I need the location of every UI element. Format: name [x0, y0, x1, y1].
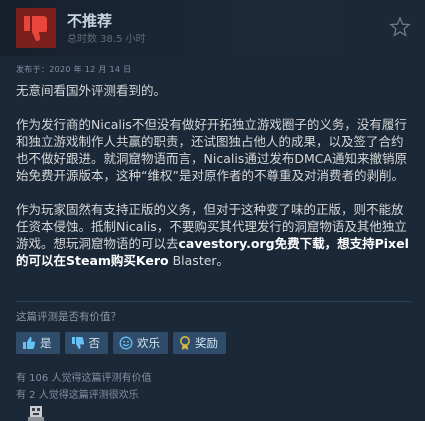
review-paragraph-3-end: Blaster。 — [168, 253, 230, 268]
vote-funny-label: 欢乐 — [137, 336, 160, 350]
smiley-icon — [119, 336, 133, 350]
hours-played: 总时数 38.5 小时 — [67, 34, 146, 45]
vote-funny-button[interactable]: 欢乐 — [113, 332, 168, 354]
helpful-count: 有 106 人觉得这篇评测有价值 — [16, 373, 152, 384]
not-recommended-badge — [16, 8, 56, 48]
star-icon[interactable] — [389, 16, 411, 38]
thumbs-up-icon — [23, 337, 36, 349]
vote-buttons: 是 否 欢乐 奖励 — [16, 332, 226, 354]
award-ribbon-icon — [180, 335, 190, 350]
award-button[interactable]: 奖励 — [173, 332, 226, 354]
review-paragraph-2: 作为发行商的Nicalis不但没有做好开拓独立游戏圈子的义务，没有履行和独立游戏… — [16, 117, 408, 183]
award-label: 奖励 — [195, 336, 218, 350]
review-verdict-title: 不推荐 — [67, 12, 113, 30]
thumbs-down-icon — [24, 16, 47, 41]
helpful-question: 这篇评测是否有价值？ — [16, 311, 121, 323]
review-header: 不推荐 总时数 38.5 小时 — [0, 0, 425, 56]
funny-count: 有 2 人觉得这篇评测很欢乐 — [16, 390, 139, 401]
vote-no-label: 否 — [88, 336, 101, 350]
award-badge-icon — [28, 406, 44, 421]
vote-yes-button[interactable]: 是 — [16, 332, 60, 354]
thumbs-down-icon — [71, 337, 84, 349]
vote-no-button[interactable]: 否 — [64, 332, 108, 354]
vote-yes-label: 是 — [40, 336, 52, 350]
divider — [16, 301, 411, 302]
posted-date: 发布于：2020 年 12 月 14 日 — [16, 65, 132, 74]
review-body: 无意间看国外评测看到的。 作为发行商的Nicalis不但没有做好开拓独立游戏圈子… — [16, 82, 411, 286]
review-paragraph-1: 无意间看国外评测看到的。 — [16, 83, 167, 98]
review-paragraph-3: 作为玩家固然有支持正版的义务，但对于这种变了味的正版，则不能放任资本侵蚀。抵制N… — [16, 201, 411, 269]
